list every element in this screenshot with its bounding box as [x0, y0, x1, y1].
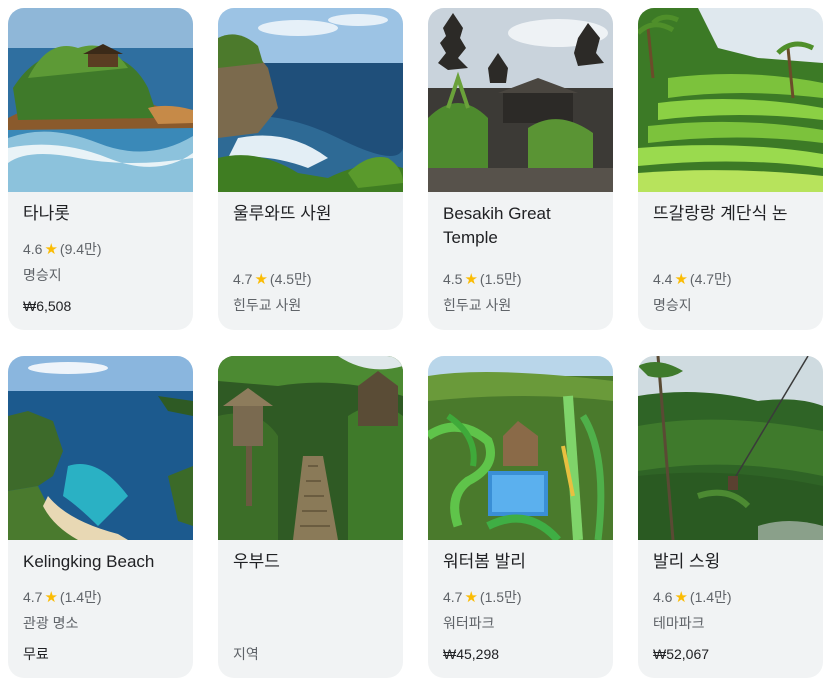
place-photo-bali-swing — [638, 356, 823, 540]
place-rating: 4.6 ★ (1.4만) — [653, 587, 732, 608]
place-name: 워터봄 발리 — [443, 552, 526, 571]
place-photo-ubud — [218, 356, 403, 540]
review-count: (4.7만) — [689, 271, 732, 287]
review-count: (4.5만) — [269, 271, 312, 287]
place-category: 힌두교 사원 — [233, 297, 302, 313]
place-rating: 4.4 ★ (4.7만) — [653, 269, 732, 290]
review-count: (9.4만) — [59, 241, 102, 257]
star-icon: ★ — [44, 589, 58, 606]
place-photo-uluwatu — [218, 8, 403, 192]
rating-value: 4.7 — [443, 589, 463, 605]
review-count: (1.4만) — [59, 589, 102, 605]
rating-value: 4.7 — [23, 589, 43, 605]
place-card-tanah-lot[interactable]: 타나롯 4.6 ★ (9.4만) 명승지 ₩6,508 — [8, 8, 193, 330]
review-count: (1.5만) — [479, 271, 522, 287]
place-category: 워터파크 — [443, 615, 495, 631]
place-card-bali-swing[interactable]: 발리 스윙 4.6 ★ (1.4만) 테마파크 ₩52,067 — [638, 356, 823, 678]
star-icon: ★ — [674, 271, 688, 288]
place-name: 발리 스윙 — [653, 552, 721, 571]
star-icon: ★ — [44, 241, 58, 258]
place-card-besakih[interactable]: Besakih Great Temple 4.5 ★ (1.5만) 힌두교 사원 — [428, 8, 613, 330]
place-card-ubud[interactable]: 우부드 지역 — [218, 356, 403, 678]
place-price: 무료 — [23, 646, 49, 662]
place-photo-besakih — [428, 8, 613, 192]
place-card-tegallalang[interactable]: 뜨갈랑랑 계단식 논 4.4 ★ (4.7만) 명승지 — [638, 8, 823, 330]
place-rating: 4.6 ★ (9.4만) — [23, 239, 102, 260]
rating-value: 4.6 — [23, 241, 43, 257]
place-name: 울루와뜨 사원 — [233, 204, 332, 223]
place-category: 지역 — [233, 646, 259, 662]
place-card-waterbom-bali[interactable]: 워터봄 발리 4.7 ★ (1.5만) 워터파크 ₩45,298 — [428, 356, 613, 678]
review-count: (1.5만) — [479, 589, 522, 605]
rating-value: 4.5 — [443, 271, 463, 287]
place-rating: 4.7 ★ (1.5만) — [443, 587, 522, 608]
star-icon: ★ — [254, 271, 268, 288]
star-icon: ★ — [464, 271, 478, 288]
star-icon: ★ — [674, 589, 688, 606]
place-category: 관광 명소 — [23, 615, 79, 631]
place-category: 명승지 — [23, 267, 62, 283]
place-category: 명승지 — [653, 297, 692, 313]
place-card-uluwatu[interactable]: 울루와뜨 사원 4.7 ★ (4.5만) 힌두교 사원 — [218, 8, 403, 330]
place-photo-waterbom-bali — [428, 356, 613, 540]
place-rating: 4.5 ★ (1.5만) — [443, 269, 522, 290]
place-price: ₩52,067 — [653, 646, 710, 662]
rating-value: 4.4 — [653, 271, 673, 287]
place-price: ₩6,508 — [23, 298, 72, 314]
place-name: 우부드 — [233, 552, 280, 571]
rating-value: 4.6 — [653, 589, 673, 605]
rating-value: 4.7 — [233, 271, 253, 287]
place-rating: 4.7 ★ (4.5만) — [233, 269, 312, 290]
place-price: ₩45,298 — [443, 646, 500, 662]
place-category: 힌두교 사원 — [443, 297, 512, 313]
star-icon: ★ — [464, 589, 478, 606]
place-category: 테마파크 — [653, 615, 705, 631]
place-name: 타나롯 — [23, 204, 70, 223]
review-count: (1.4만) — [689, 589, 732, 605]
place-rating: 4.7 ★ (1.4만) — [23, 587, 102, 608]
places-grid: 타나롯 4.6 ★ (9.4만) 명승지 ₩6,508 울루와뜨 사원 4.7 ★ (4… — [0, 0, 839, 686]
place-name: Kelingking Beach — [23, 552, 155, 571]
place-photo-kelingking-beach — [8, 356, 193, 540]
place-photo-tanah-lot — [8, 8, 193, 192]
place-card-kelingking-beach[interactable]: Kelingking Beach 4.7 ★ (1.4만) 관광 명소 무료 — [8, 356, 193, 678]
place-name: Besakih Great Temple — [443, 204, 551, 247]
place-name: 뜨갈랑랑 계단식 논 — [653, 204, 788, 223]
place-photo-tegallalang — [638, 8, 823, 192]
